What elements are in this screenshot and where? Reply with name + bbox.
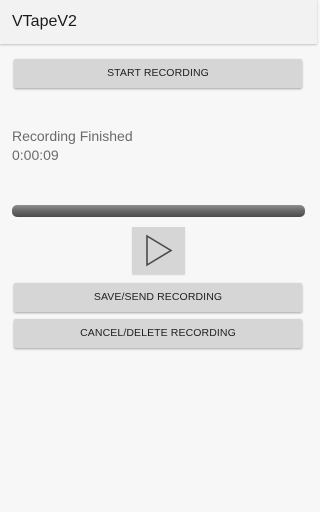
save-send-recording-button[interactable]: SAVE/SEND RECORDING — [14, 283, 302, 312]
app-title: VTapeV2 — [12, 13, 77, 30]
start-recording-button[interactable]: START RECORDING — [14, 59, 302, 88]
recording-duration: 0:00:09 — [12, 147, 59, 163]
playback-progress-bar[interactable] — [12, 205, 305, 217]
play-button[interactable] — [132, 227, 185, 274]
play-icon — [146, 234, 173, 267]
playback-progress-fill — [12, 205, 305, 217]
cancel-delete-recording-button[interactable]: CANCEL/DELETE RECORDING — [14, 319, 302, 348]
app-screen: VTapeV2 START RECORDING Recording Finish… — [0, 0, 317, 512]
recording-status: Recording Finished — [12, 128, 133, 144]
action-bar: VTapeV2 — [0, 0, 317, 44]
